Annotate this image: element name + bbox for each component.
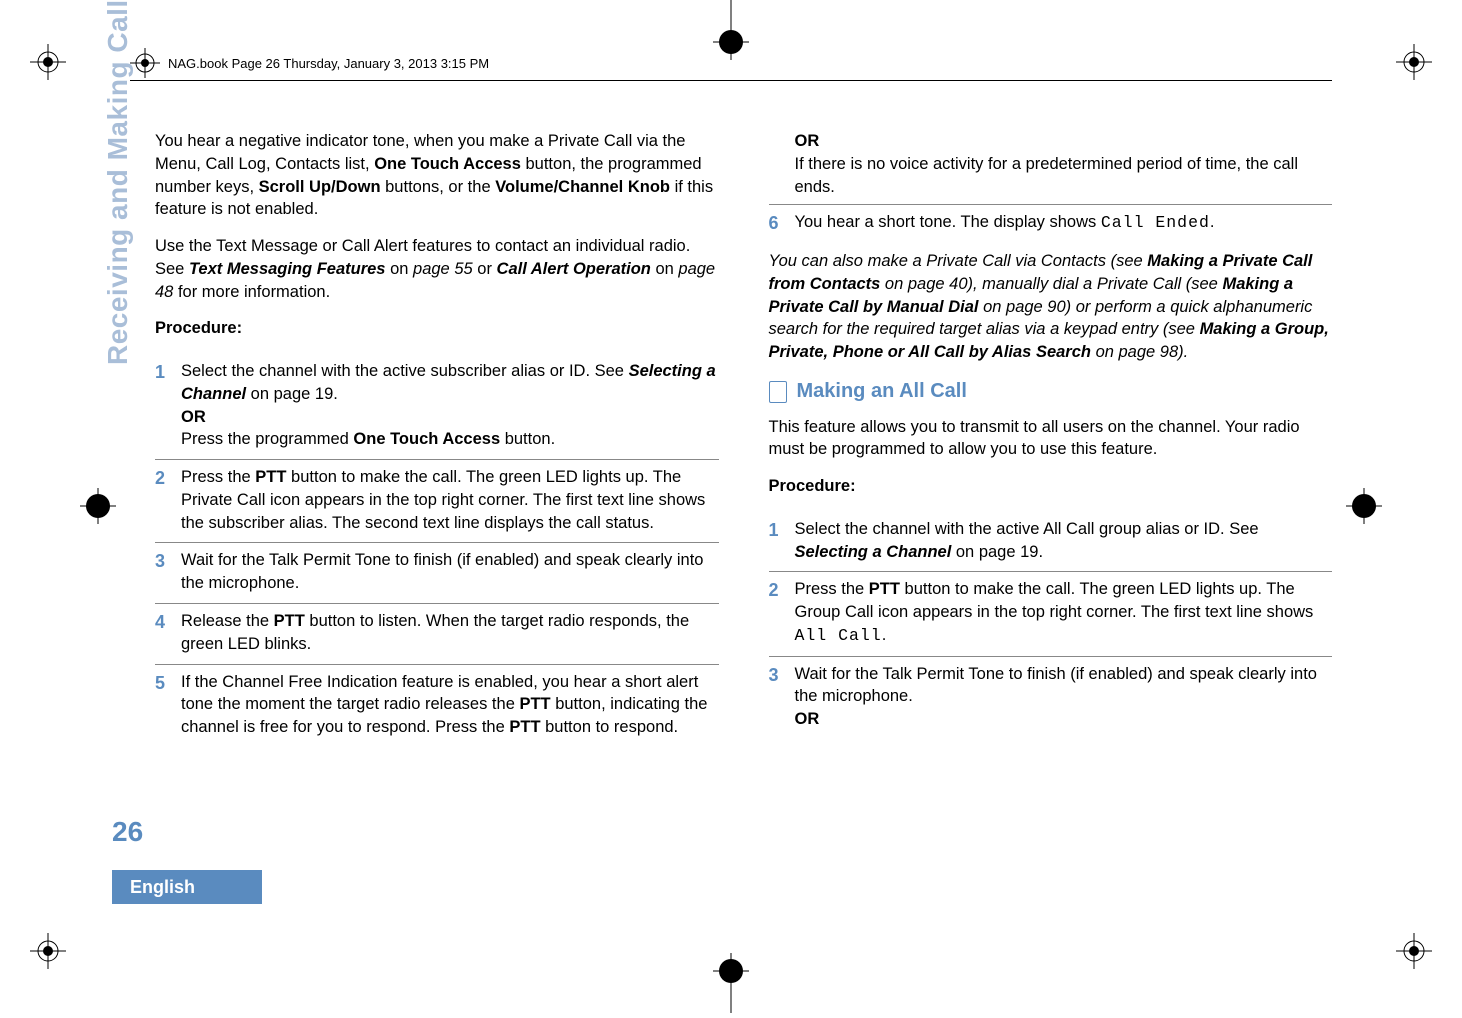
step-number: 2 [769,578,783,647]
registration-mark-bottom [713,953,749,1013]
step: 3 Wait for the Talk Permit Tone to finis… [155,542,719,603]
step-body: Select the channel with the active subsc… [181,360,719,451]
crop-mark-bottom-right [1396,933,1432,969]
right-column: OR If there is no voice activity for a p… [769,130,1333,893]
step-body: Press the PTT button to make the call. T… [795,578,1333,647]
step: 2 Press the PTT button to make the call.… [769,571,1333,655]
step-number: 2 [155,466,169,534]
content-area: You hear a negative indicator tone, when… [155,130,1332,893]
step-number: 1 [769,518,783,564]
page-header: NAG.book Page 26 Thursday, January 3, 20… [130,48,1332,81]
step-number: 4 [155,610,169,656]
step-body: Release the PTT button to listen. When t… [181,610,719,656]
left-column: You hear a negative indicator tone, when… [155,130,719,893]
step-body: Press the PTT button to make the call. T… [181,466,719,534]
step: 1 Select the channel with the active sub… [155,354,719,459]
page-header-text: NAG.book Page 26 Thursday, January 3, 20… [168,56,489,71]
crop-mark-top-right [1396,44,1432,80]
step-number: 5 [155,671,169,739]
binding-icon [130,48,160,78]
step-number: 6 [769,211,783,236]
procedure-steps: 1 Select the channel with the active sub… [155,354,719,747]
note-paragraph: You can also make a Private Call via Con… [769,250,1333,364]
step: 4 Release the PTT button to listen. When… [155,603,719,664]
procedure-label: Procedure: [769,475,1333,498]
step: 2 Press the PTT button to make the call.… [155,459,719,542]
section-tab-label: Receiving and Making Calls [102,0,133,365]
paragraph: Use the Text Message or Call Alert featu… [155,235,719,303]
step: 6 You hear a short tone. The display sho… [769,204,1333,244]
step-continuation: OR If there is no voice activity for a p… [769,130,1333,198]
step-number: 3 [769,663,783,731]
section-tab: Receiving and Making Calls [102,0,134,365]
step-body: If the Channel Free Indication feature i… [181,671,719,739]
step: 5 If the Channel Free Indication feature… [155,664,719,747]
section-title: Making an All Call [797,378,967,406]
step: 1 Select the channel with the active All… [769,512,1333,572]
step-body: Wait for the Talk Permit Tone to finish … [181,549,719,595]
procedure-steps: 1 Select the channel with the active All… [769,512,1333,739]
step-number: 3 [155,549,169,595]
crop-mark-bottom-left [30,933,66,969]
paragraph: You hear a negative indicator tone, when… [155,130,719,221]
step-body: Wait for the Talk Permit Tone to finish … [795,663,1333,731]
registration-mark-right [1346,488,1382,524]
paragraph: This feature allows you to transmit to a… [769,416,1333,462]
document-icon [769,381,787,403]
step-body: You hear a short tone. The display shows… [795,211,1333,236]
step-body: Select the channel with the active All C… [795,518,1333,564]
registration-mark-left [80,488,116,524]
crop-mark-top-left [30,44,66,80]
section-heading: Making an All Call [769,378,1333,406]
page-number: 26 [112,816,143,848]
step: 3 Wait for the Talk Permit Tone to finis… [769,656,1333,739]
step-number: 1 [155,360,169,451]
procedure-label: Procedure: [155,317,719,340]
